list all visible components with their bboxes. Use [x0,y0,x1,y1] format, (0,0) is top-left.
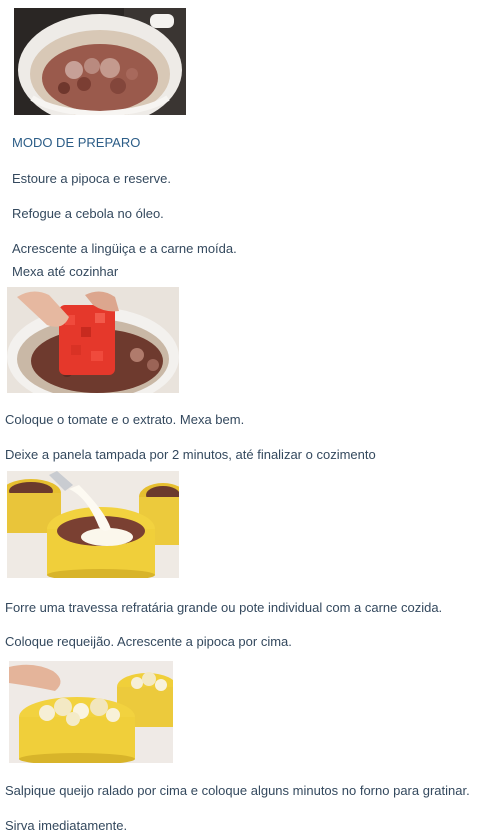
step-text: Estoure a pipoca e reserve. [12,171,171,186]
step-text: Coloque o tomate e o extrato. Mexa bem. [5,412,245,427]
ramekin-adding-requeijao-photo [7,471,179,578]
step-text: Sirva imediatamente. [5,818,128,833]
step-text: Forre uma travessa refratária grande ou … [5,600,443,615]
pot-adding-tomato-photo [7,287,179,393]
step-text: Deixe a panela tampada por 2 minutos, at… [5,447,376,462]
step-text: Salpique queijo ralado por cima e coloqu… [5,783,470,798]
pot-with-browned-meat-photo [14,8,186,115]
section-heading: MODO DE PREPARO [12,135,141,150]
step-text: Mexa até cozinhar [12,264,119,279]
step-text: Refogue a cebola no óleo. [12,206,164,221]
step-text: Acrescente a lingüiça e a carne moída. [12,241,237,256]
pot-tomato-illustration [7,287,179,393]
ramekin-cheese-illustration [9,661,173,763]
pot-meat-illustration [14,8,186,115]
ramekin-requeijao-illustration [7,471,179,578]
step-text: Coloque requeijão. Acrescente a pipoca p… [5,634,292,649]
ramekin-sprinkling-cheese-photo [9,661,173,763]
